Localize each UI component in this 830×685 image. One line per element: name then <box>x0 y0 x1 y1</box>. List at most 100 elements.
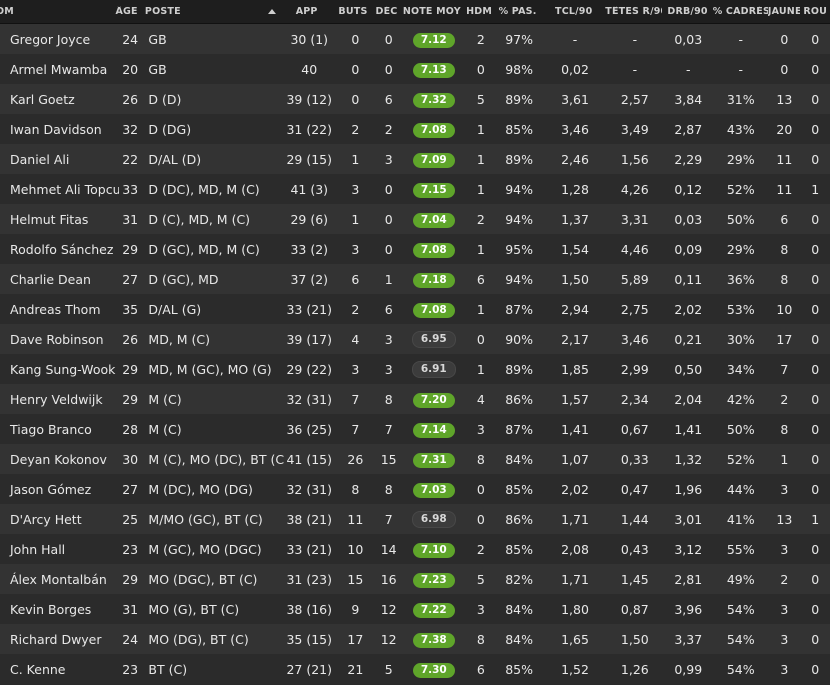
player-age: 29 <box>122 571 139 587</box>
column-header-tackles-90[interactable]: TCL/90 <box>542 6 605 17</box>
column-header-dribbles-90[interactable]: DRB/90 <box>662 6 712 17</box>
column-header-player-of-match[interactable]: HDM <box>465 6 493 17</box>
table-row[interactable]: Daniel Ali 22 D/AL (D) 29 (15) 1 3 7.09 1 89% 2,4… <box>0 144 830 174</box>
table-row[interactable]: Kang Sung-Wook 29 MD, M (GC), MO (G) 29 (22… <box>0 354 830 384</box>
column-header-red-cards[interactable]: ROU <box>800 6 830 17</box>
player-position: MD, M (C) <box>148 331 211 347</box>
player-headers-won-90: 0,67 <box>620 421 649 437</box>
player-shots-on-target-pct: 44% <box>726 481 755 497</box>
player-yellow-cards: 3 <box>780 631 789 647</box>
player-dribbles-90: 0,09 <box>674 241 703 257</box>
table-row[interactable]: Rodolfo Sánchez 29 D (GC), MD, M (C) 33 (2)… <box>0 234 830 264</box>
player-appearances: 29 (22) <box>286 361 333 377</box>
player-appearances: 38 (16) <box>286 601 333 617</box>
column-header-avg-rating[interactable]: NOTE MOY <box>398 6 465 17</box>
player-tackles-90: 3,61 <box>561 91 589 107</box>
player-avg-rating: 6.91 <box>400 360 467 378</box>
player-yellow-cards: 10 <box>776 301 793 317</box>
table-row[interactable]: Tiago Branco 28 M (C) 36 (25) 7 7 7.14 3 87% 1,41… <box>0 414 830 444</box>
rating-badge: 6.91 <box>411 361 456 378</box>
player-appearances: 29 (6) <box>290 211 329 227</box>
player-of-match-count: 0 <box>476 511 485 527</box>
table-header: OM ÂGE POSTE APP BUTS DÉC NOTE MOY HDM %… <box>0 0 830 24</box>
column-header-age[interactable]: ÂGE <box>115 6 138 17</box>
player-headers-won-90: 0,43 <box>620 541 649 557</box>
player-yellow-cards: 13 <box>776 511 793 527</box>
table-row[interactable]: Andreas Thom 35 D/AL (G) 33 (21) 2 6 7.08 1 87% 2… <box>0 294 830 324</box>
player-goals: 0 <box>351 31 360 47</box>
table-row[interactable]: Karl Goetz 26 D (D) 39 (12) 0 6 7.32 5 89% 3,61 2,… <box>0 84 830 114</box>
player-dribbles-90: - <box>686 61 691 77</box>
table-row[interactable]: Richard Dwyer 24 MO (DG), BT (C) 35 (15) 17 1… <box>0 624 830 654</box>
player-of-match-count: 8 <box>476 451 485 467</box>
column-header-name[interactable]: OM <box>0 6 115 17</box>
table-row[interactable]: Dave Robinson 26 MD, M (C) 39 (17) 4 3 6.95 0 90… <box>0 324 830 354</box>
table-row[interactable]: Henry Veldwijk 29 M (C) 32 (31) 7 8 7.20 4 86% 1,… <box>0 384 830 414</box>
player-name: Mehmet Ali Topcu <box>10 181 119 197</box>
player-avg-rating: 7.08 <box>400 241 467 258</box>
player-assists: 0 <box>384 181 393 197</box>
player-headers-won-90: 1,26 <box>620 661 649 677</box>
player-appearances: 35 (15) <box>286 631 333 647</box>
player-pass-pct: 94% <box>505 211 533 227</box>
table-row[interactable]: Charlie Dean 27 D (GC), MD 37 (2) 6 1 7.18 6 94%… <box>0 264 830 294</box>
player-of-match-count: 4 <box>476 391 485 407</box>
player-headers-won-90: - <box>632 61 638 77</box>
rating-badge: 7.08 <box>412 242 455 258</box>
player-headers-won-90: 0,33 <box>620 451 649 467</box>
player-name: Tiago Branco <box>10 421 92 437</box>
player-headers-won-90: - <box>632 31 638 47</box>
column-header-pass-pct[interactable]: % PAS. <box>493 6 542 17</box>
player-headers-won-90: 0,47 <box>620 481 649 497</box>
player-headers-won-90: 2,99 <box>620 361 649 377</box>
player-shots-on-target-pct: 54% <box>726 631 755 647</box>
rating-badge: 7.15 <box>412 182 455 198</box>
table-row[interactable]: Gregor Joyce 24 GB 30 (1) 0 0 7.12 2 97% - - 0,03 - 0… <box>0 24 830 54</box>
player-appearances: 30 (1) <box>290 31 329 47</box>
player-shots-on-target-pct: - <box>738 31 743 47</box>
table-row[interactable]: Álex Montalbán 29 MO (DGC), BT (C) 31 (23) 1… <box>0 564 830 594</box>
player-red-cards: 0 <box>811 301 820 317</box>
player-goals: 11 <box>347 511 364 527</box>
column-header-assists[interactable]: DÉC <box>375 6 399 17</box>
rating-badge: 6.95 <box>411 331 456 348</box>
player-avg-rating: 7.18 <box>400 271 467 288</box>
table-row[interactable]: C. Kenne 23 BT (C) 27 (21) 21 5 7.30 6 85% 1,52 1,… <box>0 654 830 684</box>
table-row[interactable]: Jason Gómez 27 M (DC), MO (DG) 32 (31) 8 8 7.0… <box>0 474 830 504</box>
player-goals: 10 <box>347 541 364 557</box>
player-pass-pct: 84% <box>505 601 533 617</box>
column-header-appearances[interactable]: APP <box>282 6 331 17</box>
player-red-cards: 0 <box>811 241 820 257</box>
player-shots-on-target-pct: 34% <box>726 361 755 377</box>
sort-ascending-icon[interactable] <box>268 9 276 14</box>
player-headers-won-90: 3,31 <box>620 211 649 227</box>
player-pass-pct: 89% <box>505 91 533 107</box>
column-header-yellow-cards[interactable]: JAUNE <box>768 6 801 17</box>
player-name: D'Arcy Hett <box>10 511 82 527</box>
player-position: M (C) <box>148 421 182 437</box>
player-of-match-count: 0 <box>476 61 485 77</box>
table-row[interactable]: Deyan Kokonov 30 M (C), MO (DC), BT (C) 41 … <box>0 444 830 474</box>
player-position: D (GC), MD, M (C) <box>148 241 260 257</box>
table-row[interactable]: Helmut Fitas 31 D (C), MD, M (C) 29 (6) 1 0 7.… <box>0 204 830 234</box>
table-row[interactable]: Iwan Davidson 32 D (DG) 31 (22) 2 2 7.08 1 85% 3,… <box>0 114 830 144</box>
column-header-goals[interactable]: BUTS <box>331 6 374 17</box>
table-row[interactable]: D'Arcy Hett 25 M/MO (GC), BT (C) 38 (21) 11 7… <box>0 504 830 534</box>
player-age: 23 <box>122 661 139 677</box>
player-shots-on-target-pct: 55% <box>726 541 755 557</box>
player-dribbles-90: 1,32 <box>674 451 703 467</box>
player-headers-won-90: 3,49 <box>620 121 649 137</box>
player-goals: 1 <box>351 151 360 167</box>
table-row[interactable]: Armel Mwamba 20 GB 40 0 0 7.13 0 98% 0,02 - - - 0 0 <box>0 54 830 84</box>
player-appearances: 36 (25) <box>286 421 333 437</box>
table-row[interactable]: Kevin Borges 31 MO (G), BT (C) 38 (16) 9 12 7.… <box>0 594 830 624</box>
column-header-position[interactable]: POSTE <box>138 6 282 17</box>
table-row[interactable]: Mehmet Ali Topcu 33 D (DC), MD, M (C) 41 (3… <box>0 174 830 204</box>
player-red-cards: 0 <box>811 631 820 647</box>
column-header-headers-won-90[interactable]: TÊTES R/90 <box>605 6 662 17</box>
player-yellow-cards: 8 <box>780 241 789 257</box>
player-appearances: 27 (21) <box>286 661 333 677</box>
table-row[interactable]: John Hall 23 M (GC), MO (DGC) 33 (21) 10 14 7.… <box>0 534 830 564</box>
column-header-shots-on-target-pct[interactable]: % CADRÉS <box>713 6 768 17</box>
player-dribbles-90: 2,87 <box>674 121 703 137</box>
